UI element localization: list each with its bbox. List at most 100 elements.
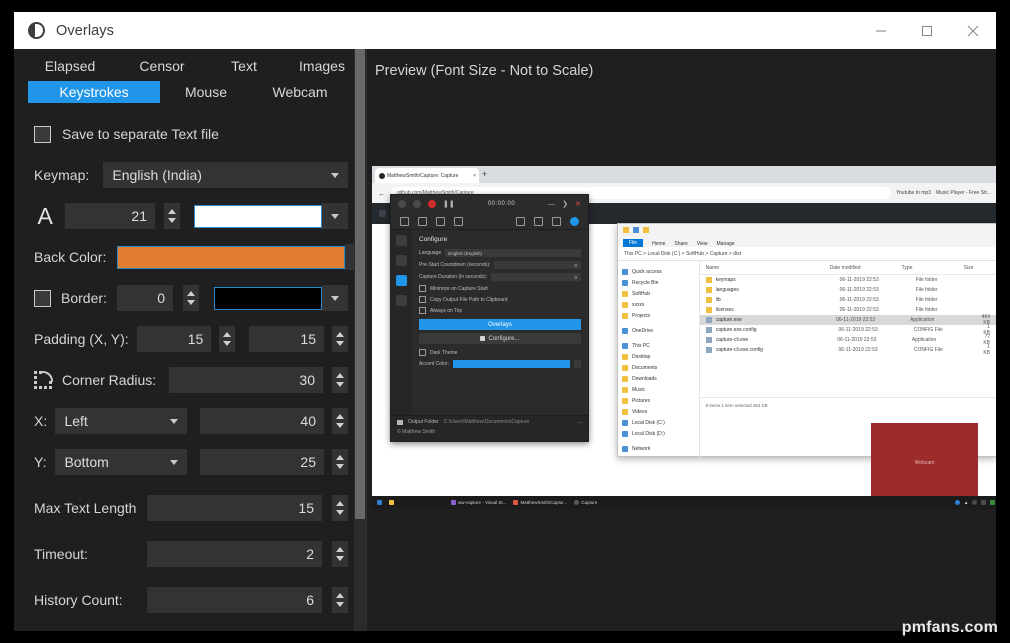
taskbar-item-visual-studio[interactable]: ww-capture - Visual St... (451, 500, 506, 505)
configure-button[interactable]: Configure... (419, 333, 581, 344)
font-size-input[interactable]: 21 (65, 203, 155, 229)
sidebar-item-network[interactable]: Network (622, 443, 695, 454)
ribbon-tab-home[interactable]: Home (652, 241, 665, 247)
tab-text[interactable]: Text (220, 55, 268, 77)
font-size-stepper[interactable] (164, 203, 180, 229)
x-offset-stepper[interactable] (332, 408, 348, 434)
dark-theme-checkbox[interactable] (419, 349, 426, 356)
sidebar-item-projects[interactable]: Projects (622, 310, 695, 321)
tray-chevron-icon[interactable]: ▲ (964, 500, 968, 505)
history-tab-icon[interactable] (396, 255, 407, 266)
font-color-swatch[interactable] (194, 204, 322, 228)
table-row[interactable]: languages 06-11-2019 22:53 File folder (700, 285, 996, 295)
tray-icon[interactable] (954, 500, 960, 505)
sidebar-item-this-pc[interactable]: This PC (622, 340, 695, 351)
region-icon[interactable] (454, 216, 463, 226)
network-icon[interactable] (972, 500, 978, 505)
padding-y-stepper[interactable] (332, 326, 348, 352)
sidebar-item-xxxxx[interactable]: xxxxx (622, 299, 695, 310)
refresh-icon[interactable] (516, 216, 525, 226)
corner-radius-input[interactable]: 30 (169, 367, 323, 393)
table-row[interactable]: capture.exe 06-11-2019 22:53 Application 46… (699, 314, 996, 326)
table-row[interactable]: capture.exe.config 06-11-2019 22:53 CONFIG… (700, 324, 996, 336)
close-icon[interactable]: ✕ (575, 200, 581, 208)
ribbon-tab-view[interactable]: View (697, 241, 708, 247)
y-anchor-select[interactable]: Bottom (55, 449, 188, 475)
border-color-picker[interactable] (214, 285, 348, 311)
max-text-length-input[interactable]: 15 (146, 495, 322, 521)
prestart-input[interactable]: 0 (494, 261, 581, 269)
battery-icon[interactable] (990, 500, 996, 505)
back-color-picker[interactable] (117, 244, 366, 270)
column-type[interactable]: Type (902, 265, 964, 271)
sidebar-item-desktop[interactable]: Desktop (622, 351, 695, 362)
record-tab-icon[interactable] (396, 235, 407, 246)
minimize-row[interactable]: Minimize on Capture Start (419, 285, 581, 292)
accent-color-swatch[interactable] (453, 360, 570, 368)
ribbon-tab-manage[interactable]: Manage (717, 241, 735, 247)
explorer-taskbar-icon[interactable] (389, 500, 394, 505)
tab-mouse[interactable]: Mouse (176, 81, 236, 103)
screenshot-icon[interactable] (413, 200, 421, 208)
extension-youtube-mp3[interactable]: Youtube to mp3 (896, 190, 931, 196)
hand-icon[interactable] (418, 216, 427, 226)
settings-tab-icon[interactable] (396, 275, 407, 286)
max-text-length-stepper[interactable] (332, 495, 348, 521)
duration-input[interactable]: 0 (491, 273, 581, 281)
border-color-swatch[interactable] (214, 286, 322, 310)
y-offset-stepper[interactable] (332, 449, 348, 475)
close-button[interactable] (950, 12, 996, 49)
extension-music-player[interactable]: Music Player - Free Str... (936, 190, 991, 196)
dark-theme-row[interactable]: Dark Theme (419, 349, 581, 356)
tab-webcam[interactable]: Webcam (260, 81, 340, 103)
timeout-stepper[interactable] (332, 541, 348, 567)
tab-elapsed[interactable]: Elapsed (32, 55, 108, 77)
border-color-dropdown[interactable] (322, 285, 348, 311)
y-offset-input[interactable]: 25 (200, 449, 324, 475)
pause-icon[interactable]: ❚❚ (443, 200, 455, 208)
minimize-button[interactable] (858, 12, 904, 49)
sidebar-item-softhub[interactable]: SoftHub (622, 288, 695, 299)
table-row[interactable]: keymaps 06-11-2019 22:53 File folder (700, 275, 996, 285)
tab-images[interactable]: Images (290, 55, 354, 77)
tab-close-icon[interactable]: × (473, 173, 479, 179)
chevron-down-icon[interactable] (574, 360, 581, 368)
sidebar-item-quick-access[interactable]: Quick access (622, 266, 695, 277)
always-on-top-checkbox[interactable] (419, 307, 426, 314)
sidebar-item-documents[interactable]: Documents (622, 362, 695, 373)
keyboard-icon[interactable] (436, 216, 445, 226)
output-folder-path[interactable]: C:\Users\Matthew\Documents\Capture (444, 419, 530, 425)
history-count-input[interactable]: 6 (146, 587, 322, 613)
sidebar-item-pictures[interactable]: Pictures (622, 395, 695, 406)
border-width-stepper[interactable] (183, 285, 199, 311)
padding-y-input[interactable]: 15 (249, 326, 324, 352)
tab-censor[interactable]: Censor (122, 55, 202, 77)
padding-x-input[interactable]: 15 (136, 326, 212, 352)
table-row[interactable]: capture-cli.exe 06-11-2019 22:53 Applicati… (700, 334, 996, 346)
taskbar-item-browser[interactable]: MatthewSmith/Captur... (513, 500, 567, 505)
copy-path-checkbox[interactable] (419, 296, 426, 303)
column-name[interactable]: Name (706, 265, 830, 271)
tab-keystrokes[interactable]: Keystrokes (28, 81, 160, 103)
sidebar-item-recycle-bin[interactable]: Recycle Bin (622, 277, 695, 288)
minimize-icon[interactable]: — (548, 201, 555, 208)
always-on-top-row[interactable]: Always on Top (419, 307, 581, 314)
folder-icon[interactable] (552, 216, 561, 226)
back-icon[interactable]: ← (378, 189, 386, 198)
gear-icon[interactable] (570, 216, 579, 226)
maximize-button[interactable] (904, 12, 950, 49)
sidebar-item-downloads[interactable]: Downloads (622, 373, 695, 384)
browser-tab[interactable]: MatthewSmith/Capture: Capture × (375, 168, 479, 183)
settings-scrollbar-track[interactable] (354, 49, 366, 631)
output-folder-browse[interactable]: ... (578, 419, 582, 425)
sidebar-item-local-disk-d[interactable]: Local Disk (D:) (622, 428, 695, 439)
timeout-input[interactable]: 2 (146, 541, 322, 567)
keymap-select[interactable]: English (India) (103, 162, 348, 188)
padding-x-stepper[interactable] (219, 326, 236, 352)
table-row[interactable]: licenses 06-11-2019 22:53 File folder (700, 305, 996, 315)
table-row[interactable]: lib 06-11-2019 22:53 File folder (700, 295, 996, 305)
volume-icon[interactable] (981, 500, 987, 505)
border-width-input[interactable]: 0 (116, 285, 173, 311)
sidebar-item-videos[interactable]: Videos (622, 406, 695, 417)
font-color-dropdown[interactable] (322, 203, 348, 229)
